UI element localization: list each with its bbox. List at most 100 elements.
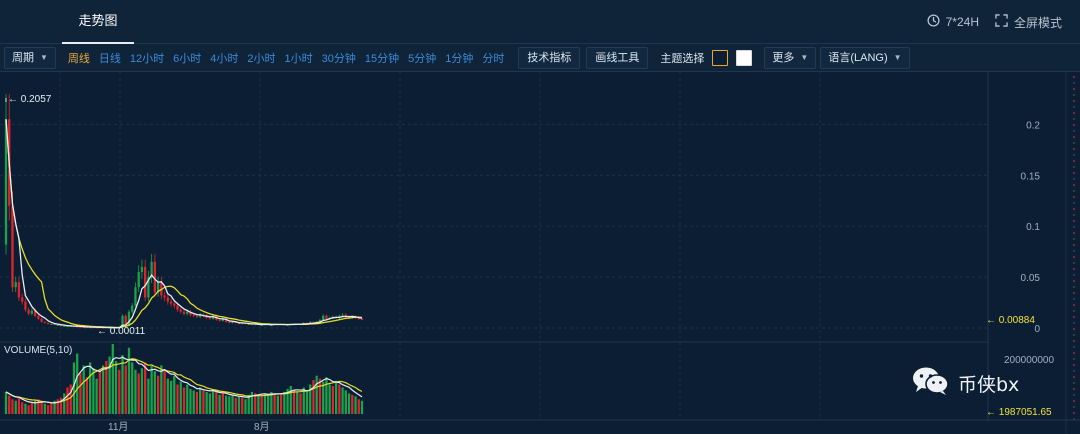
volume-bar bbox=[156, 375, 160, 414]
volume-bar bbox=[189, 388, 192, 414]
volume-bar bbox=[121, 355, 124, 414]
price-candle bbox=[208, 317, 212, 319]
volume-bar bbox=[95, 378, 98, 414]
volume-bar bbox=[318, 378, 322, 414]
scroll-edge-dot bbox=[1073, 370, 1075, 372]
price-candle bbox=[182, 311, 186, 314]
volume-bar bbox=[40, 402, 43, 414]
moving-average-lines bbox=[5, 98, 363, 329]
draw-tools-button[interactable]: 画线工具 bbox=[586, 46, 649, 69]
price-candle bbox=[218, 319, 221, 321]
volume-bar bbox=[315, 375, 318, 414]
volume-bar bbox=[218, 394, 221, 414]
volume-bar bbox=[166, 378, 169, 414]
scroll-edge-dot bbox=[1073, 346, 1075, 348]
volume-bar bbox=[11, 399, 14, 414]
volume-bar bbox=[21, 402, 24, 414]
price-candle bbox=[137, 272, 140, 288]
y-tick-label: 0.15 bbox=[1021, 171, 1041, 182]
volume-bar bbox=[305, 391, 309, 414]
volume-bar bbox=[215, 391, 218, 414]
volume-bar bbox=[221, 393, 224, 414]
volume-tick-label: 200000000 bbox=[1004, 355, 1054, 366]
scroll-edge-dot bbox=[1073, 304, 1075, 306]
volume-bar bbox=[211, 390, 215, 414]
price-candle bbox=[322, 315, 325, 320]
interval-0[interactable]: 周线 bbox=[68, 50, 90, 66]
interval-7[interactable]: 30分钟 bbox=[322, 50, 356, 66]
price-candle bbox=[50, 323, 53, 325]
last-price-label: ← 0.00884 bbox=[986, 315, 1035, 326]
interval-1[interactable]: 日线 bbox=[99, 50, 121, 66]
interval-10[interactable]: 1分钟 bbox=[445, 50, 473, 66]
volume-bar bbox=[202, 389, 205, 414]
fullscreen-icon bbox=[995, 14, 1008, 30]
chevron-down-icon: ▼ bbox=[800, 52, 809, 62]
volume-bar bbox=[140, 368, 144, 414]
scroll-edge-dot bbox=[1073, 412, 1075, 414]
volume-bar bbox=[331, 386, 335, 414]
scroll-edge-dot bbox=[1073, 214, 1075, 216]
volume-bar bbox=[82, 365, 85, 414]
volume-bar bbox=[292, 390, 296, 414]
fullscreen-label: 全屏模式 bbox=[1013, 15, 1062, 30]
max-price-label: ← 0.2057 bbox=[8, 94, 52, 105]
volume-bar bbox=[338, 384, 341, 414]
volume-bar bbox=[147, 378, 150, 414]
volume-bar bbox=[79, 373, 82, 414]
volume-bar bbox=[14, 400, 17, 414]
volume-bar bbox=[241, 397, 244, 414]
more-dropdown[interactable]: 更多 ▼ bbox=[764, 46, 817, 69]
scroll-edge-dot bbox=[1073, 358, 1075, 360]
clock-toggle[interactable]: 7*24H bbox=[927, 14, 979, 30]
period-dropdown[interactable]: 周期 ▼ bbox=[4, 46, 56, 69]
volume-bar bbox=[50, 402, 53, 414]
price-candle bbox=[166, 297, 169, 302]
volume-bar bbox=[205, 391, 208, 414]
price-candle bbox=[11, 205, 14, 288]
volume-bar bbox=[173, 375, 176, 414]
theme-light-swatch[interactable] bbox=[736, 49, 753, 66]
interval-6[interactable]: 1小时 bbox=[285, 50, 313, 66]
clock-label: 7*24H bbox=[945, 15, 979, 29]
top-right-actions: 7*24H 全屏模式 bbox=[927, 0, 1062, 44]
theme-dark-swatch[interactable] bbox=[712, 49, 729, 66]
tab-trend-chart[interactable]: 走势图 bbox=[62, 0, 134, 44]
scroll-edge-dot bbox=[1073, 148, 1075, 150]
volume-bar bbox=[118, 369, 121, 414]
volume-bar bbox=[124, 365, 127, 414]
chevron-down-icon: ▼ bbox=[40, 52, 48, 62]
wechat-icon bbox=[912, 366, 950, 401]
interval-2[interactable]: 12小时 bbox=[130, 50, 164, 66]
indicators-button[interactable]: 技术指标 bbox=[518, 46, 581, 69]
interval-4[interactable]: 4小时 bbox=[210, 50, 238, 66]
price-candle bbox=[228, 321, 231, 323]
price-candle bbox=[163, 295, 166, 298]
scroll-edge-dot bbox=[1073, 340, 1075, 342]
volume-bar bbox=[334, 380, 338, 414]
last-volume-label: ← 1987051.65 bbox=[986, 407, 1052, 418]
volume-bar bbox=[279, 393, 283, 414]
volume-bar bbox=[134, 369, 137, 414]
clock-icon bbox=[927, 14, 940, 30]
period-label: 周期 bbox=[12, 51, 34, 64]
volume-bar bbox=[17, 397, 21, 414]
interval-8[interactable]: 15分钟 bbox=[365, 50, 399, 66]
interval-5[interactable]: 2小时 bbox=[247, 50, 275, 66]
interval-9[interactable]: 5分钟 bbox=[408, 50, 436, 66]
price-candle bbox=[127, 311, 131, 326]
scroll-edge-dot bbox=[1073, 166, 1075, 168]
scroll-edge-dot bbox=[1073, 400, 1075, 402]
interval-list: 周线 日线 12小时 6小时 4小时 2小时 1小时 30分钟 15分钟 5分钟 1分钟 分时 bbox=[68, 50, 505, 66]
language-dropdown[interactable]: 语言(LANG) ▼ bbox=[820, 46, 910, 69]
interval-3[interactable]: 6小时 bbox=[173, 50, 201, 66]
volume-bar bbox=[341, 387, 344, 414]
scroll-edge-dot bbox=[1073, 88, 1075, 90]
y-tick-label: 0.1 bbox=[1026, 222, 1040, 233]
price-candle bbox=[37, 315, 40, 319]
fullscreen-button[interactable]: 全屏模式 bbox=[995, 14, 1062, 31]
volume-bar bbox=[299, 393, 302, 414]
interval-11[interactable]: 分时 bbox=[482, 50, 504, 66]
volume-bar bbox=[24, 403, 27, 414]
theme-label: 主题选择 bbox=[660, 52, 705, 65]
